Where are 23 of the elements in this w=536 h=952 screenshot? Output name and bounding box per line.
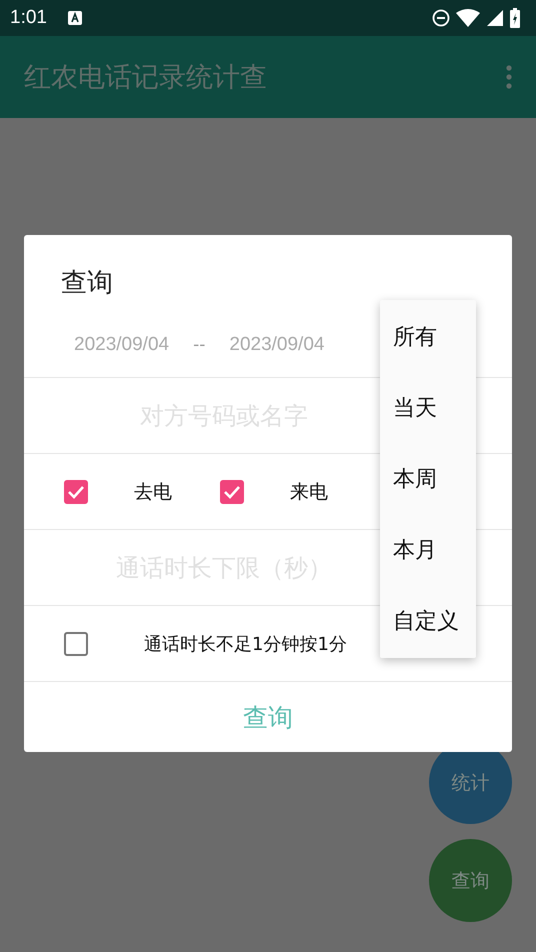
menu-item[interactable]: 所有 [380, 306, 476, 377]
checkbox-label: 来电 [290, 480, 328, 504]
checkbox[interactable] [64, 480, 88, 504]
menu-item[interactable]: 自定义 [380, 590, 476, 661]
date-separator: -- [193, 335, 206, 355]
check-icon [223, 484, 241, 498]
menu-item[interactable]: 当天 [380, 377, 476, 448]
check-icon [67, 484, 85, 498]
signal-icon [486, 9, 504, 27]
checkbox-label: 通话时长不足1分钟按1分 [144, 632, 347, 656]
status-time: 1:01 [10, 7, 47, 29]
notification-icon [66, 10, 83, 26]
wifi-icon [456, 9, 480, 27]
checkbox[interactable] [64, 632, 88, 656]
more-icon[interactable] [506, 65, 512, 89]
menu-item[interactable]: 本月 [380, 519, 476, 590]
battery-icon [510, 8, 520, 28]
checkbox[interactable] [220, 480, 244, 504]
checkbox-label: 去电 [134, 480, 172, 504]
app-title: 红农电话记录统计查 [24, 61, 268, 95]
do-not-disturb-icon [432, 9, 450, 27]
menu-item[interactable]: 本周 [380, 448, 476, 519]
dialog-title: 查询 [60, 267, 114, 300]
